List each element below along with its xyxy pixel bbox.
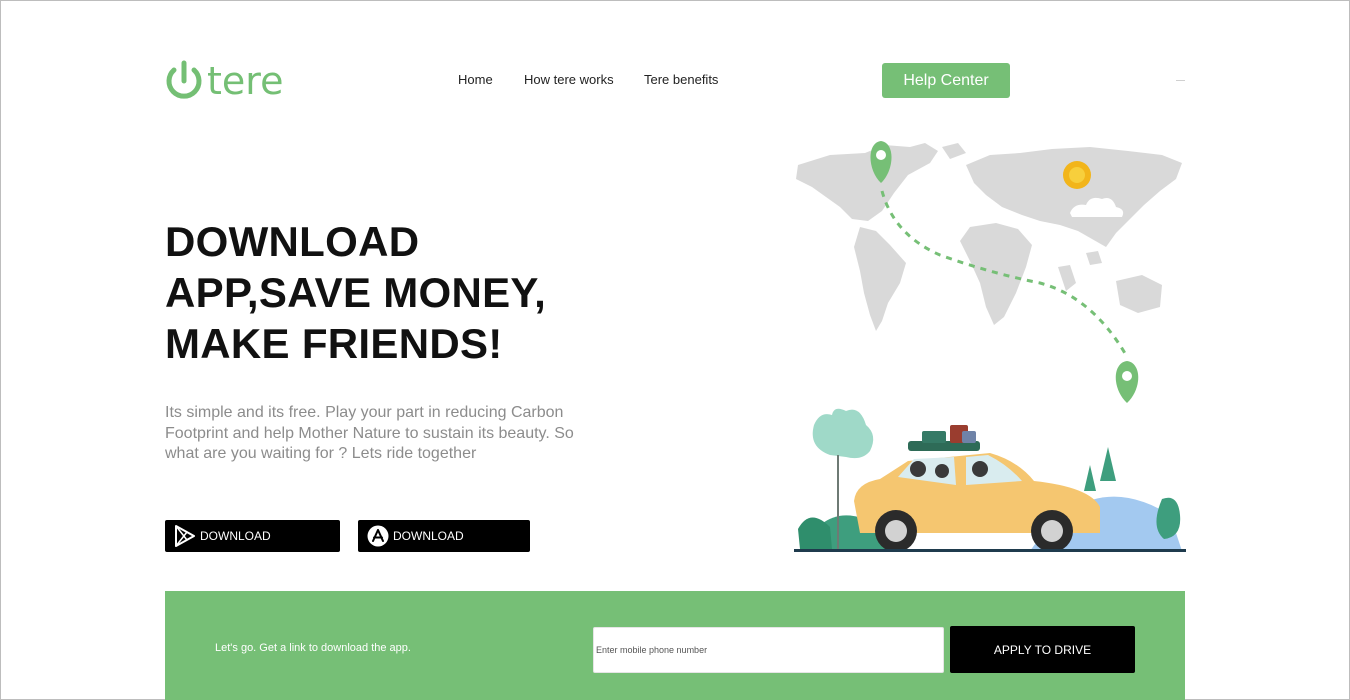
sun-icon <box>1063 161 1091 189</box>
headline-line: DOWNLOAD <box>165 218 420 265</box>
phone-number-input[interactable] <box>593 627 944 673</box>
car-illustration <box>854 425 1100 552</box>
hero-description: Its simple and its free. Play your part … <box>165 404 574 462</box>
tere-logo[interactable]: tere <box>165 60 283 100</box>
download-play-store-button[interactable]: DOWNLOAD <box>165 520 340 552</box>
download-label: DOWNLOAD <box>200 529 271 543</box>
world-map <box>796 143 1182 331</box>
apply-to-drive-button[interactable]: APPLY TO DRIVE <box>950 626 1135 673</box>
play-store-icon <box>174 525 196 547</box>
nav-tere-benefits[interactable]: Tere benefits <box>644 72 718 87</box>
help-center-button[interactable]: Help Center <box>882 63 1010 98</box>
download-label: DOWNLOAD <box>393 529 464 543</box>
cta-banner: Let's go. Get a link to download the app… <box>165 591 1185 700</box>
power-icon <box>166 60 202 99</box>
headline-line: MAKE FRIENDS! <box>165 320 503 367</box>
hero-headline: DOWNLOAD APP,SAVE MONEY, MAKE FRIENDS! <box>165 216 546 369</box>
travel-illustration <box>794 141 1186 552</box>
map-pin-icon <box>1115 361 1139 403</box>
headline-line: APP,SAVE MONEY, <box>165 269 547 316</box>
divider <box>1176 80 1185 81</box>
download-app-store-button[interactable]: DOWNLOAD <box>358 520 530 552</box>
logo-wordmark: tere <box>207 59 284 103</box>
cta-text: Let's go. Get a link to download the app… <box>215 642 411 654</box>
nav-home[interactable]: Home <box>458 72 493 87</box>
nav-how-tere-works[interactable]: How tere works <box>524 72 614 87</box>
app-store-icon <box>367 525 389 547</box>
